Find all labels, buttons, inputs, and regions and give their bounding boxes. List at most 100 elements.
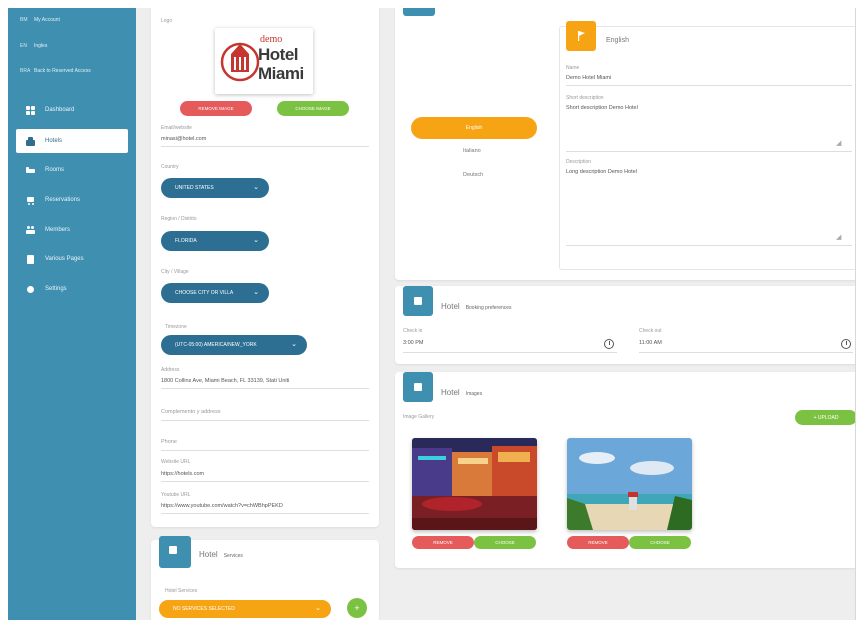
page-icon [26, 254, 35, 264]
choose-image-button[interactable]: CHOOSE [474, 536, 536, 549]
address-label: Address [161, 367, 180, 373]
address-field[interactable]: 1800 Collins Ave, Miami Beach, FL 33139,… [161, 378, 289, 384]
chevron-down-icon: ⌄ [253, 184, 259, 191]
divider [161, 481, 369, 482]
sidebar-item-rooms[interactable]: Rooms [16, 158, 128, 182]
checkin-field[interactable]: 3:00 PM [403, 340, 423, 346]
email-field[interactable]: minasi@hotel.com [161, 136, 206, 142]
bed-icon [26, 166, 35, 175]
title-text: Hotel [441, 388, 460, 397]
services-select[interactable]: NO SERVICES SELECTED ⌄ [159, 600, 331, 618]
logo-label: Logo [161, 18, 173, 24]
gear-icon [26, 285, 35, 294]
bottom-margin [0, 620, 858, 634]
label: My Account [34, 17, 60, 23]
logo-miami-text: Miami [258, 64, 304, 83]
chevron-down-icon: ⌄ [291, 341, 297, 348]
hotel-icon [26, 136, 35, 146]
clock-icon[interactable] [604, 339, 614, 349]
sidebar-item-settings[interactable]: Settings [16, 277, 128, 301]
gallery-image-night-street[interactable] [412, 438, 537, 530]
sidebar-top-language[interactable]: EN Ingles [20, 43, 47, 49]
short-description-field[interactable]: Short description Demo Hotel [566, 105, 638, 111]
sidebar-item-label: Dashboard [45, 107, 75, 113]
divider [639, 352, 853, 353]
complement-field[interactable]: Complemento y address [161, 409, 221, 415]
checkout-field[interactable]: 11:00 AM [639, 340, 662, 346]
timezone-select[interactable]: (UTC-05:00) AMERICA/NEW_YORK ⌄ [161, 335, 307, 355]
flag-icon [566, 21, 596, 51]
logo-hotel-text: Hotel [258, 45, 299, 64]
resize-handle-icon[interactable]: ◢ [836, 139, 841, 147]
tab-deutsch[interactable]: Deutsch [463, 172, 483, 178]
sidebar-item-label: Reservations [45, 197, 81, 203]
resize-handle-icon[interactable]: ◢ [836, 233, 841, 241]
divider [161, 513, 369, 514]
sidebar-top-my-account[interactable]: BM My Account [20, 17, 60, 23]
select-value: FLORIDA [175, 238, 197, 244]
sidebar-item-dashboard[interactable]: Dashboard [16, 98, 128, 122]
button-label: CHOOSE IMAGE [295, 106, 331, 111]
description-label: Description [566, 159, 592, 165]
tab-italiano[interactable]: Italiano [463, 148, 481, 154]
choose-logo-button[interactable]: CHOOSE IMAGE [277, 101, 349, 116]
select-value: CHOOSE CITY OR VILLA [175, 290, 234, 296]
remove-image-button[interactable]: REMOVE [412, 536, 474, 549]
booking-card: Hotel Booking preferences Check in 3:00 P… [395, 286, 855, 364]
cart-icon [26, 196, 35, 205]
button-label: CHOOSE [495, 540, 515, 545]
hotel-section-icon [403, 372, 433, 402]
divider [161, 146, 369, 147]
name-field[interactable]: Demo Hotel Miami [566, 75, 611, 81]
country-select[interactable]: UNITED STATES ⌄ [161, 178, 269, 198]
hotel-section-icon [159, 536, 191, 568]
divider [161, 450, 369, 451]
city-select[interactable]: CHOOSE CITY OR VILLA ⌄ [161, 283, 269, 303]
add-service-button[interactable]: + [347, 598, 367, 618]
label: Ingles [34, 43, 48, 49]
images-title: Hotel Images [441, 388, 482, 397]
divider [161, 388, 369, 389]
images-card: Hotel Images Image Gallery + UPLOAD REMOV… [395, 372, 855, 568]
youtube-label: Youtube URL [161, 492, 191, 498]
country-label: Country [161, 164, 179, 170]
description-field[interactable]: Long description Demo Hotel [566, 169, 637, 175]
sidebar-item-members[interactable]: Members [16, 218, 128, 242]
tab-english[interactable]: English [411, 117, 537, 139]
email-label: Email/website [161, 125, 192, 131]
sidebar-item-pages[interactable]: Various Pages [16, 247, 128, 271]
phone-field[interactable]: Phone [161, 439, 177, 445]
divider [566, 151, 852, 152]
hotel-logo: demo Hotel Miami [215, 28, 313, 94]
services-title: Hotel Services [199, 550, 243, 559]
sidebar-top-back[interactable]: BRA Back to Reserved Access [20, 68, 91, 74]
upload-button[interactable]: + UPLOAD [795, 410, 855, 425]
select-value: NO SERVICES SELECTED [173, 606, 235, 612]
choose-image-button[interactable]: CHOOSE [629, 536, 691, 549]
clock-icon[interactable] [841, 339, 851, 349]
chevron-down-icon: ⌄ [253, 237, 259, 244]
hotel-section-icon [403, 286, 433, 316]
region-label: Region / Distrito [161, 216, 197, 222]
checkout-label: Check out [639, 328, 662, 334]
button-label: CHOOSE [650, 540, 670, 545]
divider [566, 85, 852, 86]
region-select[interactable]: FLORIDA ⌄ [161, 231, 269, 251]
sidebar-item-label: Hotels [45, 138, 63, 144]
tag: BRA [20, 68, 31, 74]
remove-image-button[interactable]: REMOVE [567, 536, 629, 549]
gallery-image-beach[interactable] [567, 438, 692, 530]
title-text: Hotel [199, 550, 218, 559]
button-label: REMOVE IMAGE [198, 106, 234, 111]
remove-logo-button[interactable]: REMOVE IMAGE [180, 101, 252, 116]
language-panel-title: English [606, 37, 629, 44]
sidebar-item-reservations[interactable]: Reservations [16, 188, 128, 212]
sidebar-item-label: Rooms [45, 167, 65, 173]
chevron-down-icon: ⌄ [253, 289, 259, 296]
sidebar-item-label: Settings [45, 286, 67, 292]
subtitle-text: Booking preferences [465, 305, 512, 311]
sidebar-item-hotels[interactable]: Hotels [16, 129, 128, 153]
youtube-field[interactable]: https://www.youtube.com/watch?v=chWBhpPE… [161, 503, 283, 509]
services-label: Hotel Services [165, 588, 198, 594]
website-field[interactable]: https://hotels.com [161, 471, 204, 477]
